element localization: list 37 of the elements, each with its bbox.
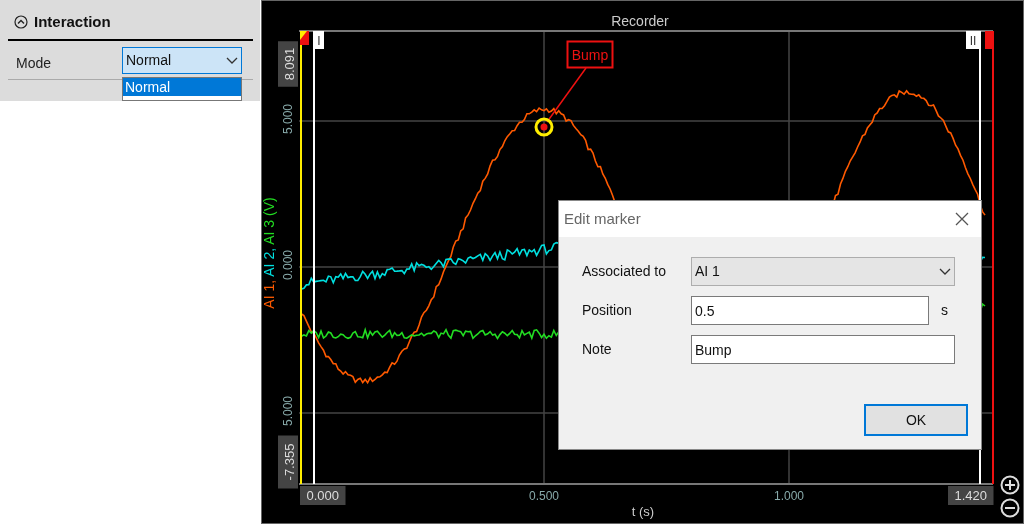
axis-tick-label: 1.000 (774, 489, 804, 503)
marker-point-icon[interactable] (534, 117, 554, 137)
marker-label[interactable]: Bump (566, 40, 614, 69)
cursor-flag[interactable]: I (314, 31, 324, 49)
chart-title: Recorder (611, 13, 669, 29)
x-axis-title: t (s) (631, 504, 655, 519)
axis-max-label: 8.091 (278, 41, 298, 87)
mode-label: Mode (16, 54, 52, 73)
unit-label: s (941, 301, 948, 320)
ok-button[interactable]: OK (864, 404, 968, 436)
close-icon[interactable] (955, 212, 969, 226)
dropdown[interactable]: AI 1 (691, 257, 955, 286)
cursor-flag[interactable]: II (966, 31, 980, 49)
collapse-chevron-icon[interactable] (14, 15, 28, 30)
field-label: Note (582, 340, 613, 359)
chevron-down-icon (939, 267, 951, 276)
field-label: Associated to (582, 262, 668, 281)
leader-line (546, 67, 587, 123)
axis-max-label: 1.420 (948, 486, 994, 505)
axis-tick-label: 5.000 (281, 104, 295, 134)
axis-min-label: -7.355 (278, 435, 298, 489)
axis-min-label: 0.000 (300, 486, 346, 505)
zoom-in-icon[interactable] (1000, 475, 1020, 495)
mode-dropdown[interactable]: Normal (122, 47, 242, 74)
axis-tick-label: 5.000 (281, 396, 295, 426)
axis-tick-label: 0.000 (281, 250, 295, 280)
trigger-flag-icon[interactable] (300, 31, 309, 45)
chevron-down-icon (226, 56, 238, 65)
zoom-out-icon[interactable] (1000, 498, 1020, 518)
section-title: Interaction (34, 12, 111, 32)
input-field[interactable]: 0.5 (691, 296, 929, 325)
input-field[interactable]: Bump (691, 335, 955, 364)
y-axis-title: AI 1, AI 2, AI 3 (V) (261, 197, 277, 309)
dialog-title: Edit marker (564, 208, 641, 229)
dropdown-option[interactable]: Normal (123, 78, 241, 96)
axis-tick-label: 0.500 (529, 489, 559, 503)
field-label: Position (582, 301, 633, 320)
